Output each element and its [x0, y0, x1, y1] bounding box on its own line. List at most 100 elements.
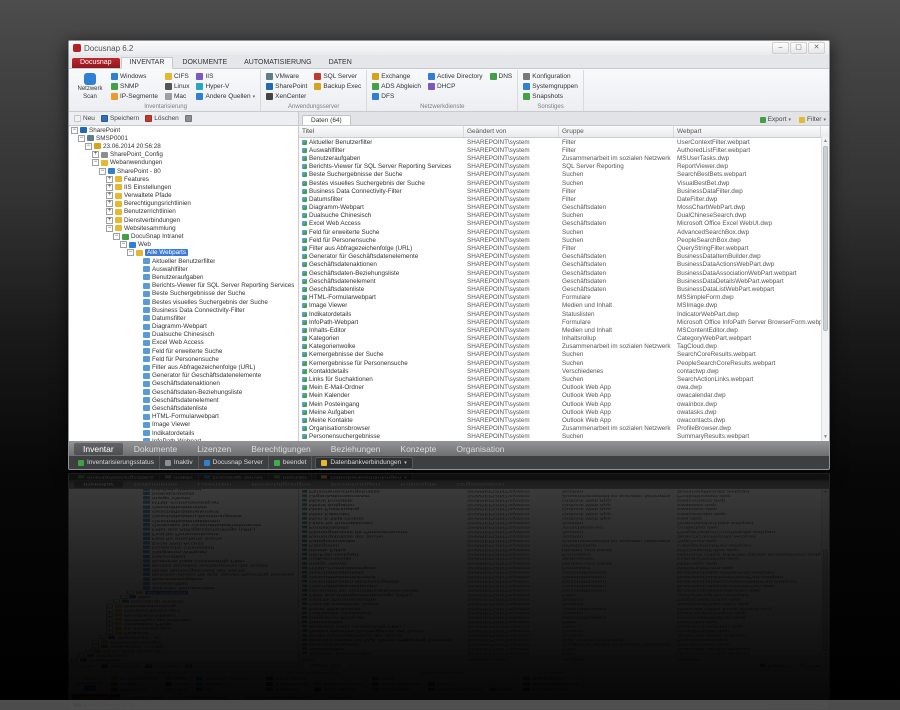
bottom-tab-beziehungen[interactable]: Beziehungen — [322, 443, 390, 455]
expand-icon[interactable]: + — [106, 176, 113, 183]
table-row[interactable]: Beste Suchergebnisse der SucheSHAREPOINT… — [299, 171, 821, 179]
table-row[interactable]: Diagramm-WebpartSHAREPOINT\systemGeschäf… — [299, 204, 821, 212]
collapse-icon[interactable]: − — [85, 143, 92, 150]
tree-item-sharepoint-80[interactable]: −SharePoint - 80 — [69, 167, 298, 175]
table-row[interactable]: KontaktdetailsSHAREPOINT\systemVerschied… — [299, 367, 821, 375]
ribbon-button-windows[interactable]: Windows — [109, 72, 160, 81]
table-row[interactable]: PersonensuchergebnisseSHAREPOINT\systemS… — [299, 433, 821, 441]
table-row[interactable]: IndikatordetailsSHAREPOINT\systemStatusl… — [299, 310, 821, 318]
tree-item-benutzeraufgaben[interactable]: Benutzeraufgaben — [69, 273, 298, 281]
tree-item-geschäftsdaten-beziehungsliste[interactable]: Geschäftsdaten-Beziehungsliste — [69, 388, 298, 396]
tree-item-geschäftsdatenliste[interactable]: Geschäftsdatenliste — [69, 404, 298, 412]
scroll-down-icon[interactable]: ▼ — [822, 433, 829, 441]
collapse-icon[interactable]: − — [113, 233, 120, 240]
table-row[interactable]: Mein KalenderSHAREPOINT\systemOutlook We… — [299, 392, 821, 400]
tree-item-image-viewer[interactable]: Image Viewer — [69, 421, 298, 429]
bottom-tab-organisation[interactable]: Organisation — [447, 443, 513, 455]
tree-item-verwaltete-pfade[interactable]: +Verwaltete Pfade — [69, 192, 298, 200]
toolbar-neu[interactable]: Neu — [74, 115, 95, 122]
ribbon-button-vmware[interactable]: VMware — [264, 72, 309, 81]
table-row[interactable]: Filter aus Abfragezeichenfolge (URL)SHAR… — [299, 244, 821, 252]
table-row[interactable]: OrganisationsbrowserSHAREPOINT\systemZus… — [299, 425, 821, 433]
ribbon-button-snmp[interactable]: SNMP — [109, 82, 160, 91]
tree-item-bestes-visuelles-suchergebnis-der-suche[interactable]: Bestes visuelles Suchergebnis der Suche — [69, 298, 298, 306]
ribbon-button-active-directory[interactable]: Active Directory — [426, 72, 485, 81]
collapse-icon[interactable]: − — [120, 241, 127, 248]
ribbon-button-sharepoint[interactable]: SharePoint — [264, 82, 309, 91]
ribbon-button-konfiguration[interactable]: Konfiguration — [521, 72, 580, 81]
ribbon-button-cifs[interactable]: CIFS — [163, 72, 192, 81]
table-row[interactable]: Excel Web AccessSHAREPOINT\systemGeschäf… — [299, 220, 821, 228]
tree-item-berechtigungsrichtlinien[interactable]: +Berechtigungsrichtlinien — [69, 200, 298, 208]
table-row[interactable]: Business Data Connectivity-FilterSHAREPO… — [299, 187, 821, 195]
tree-item-excel-web-access[interactable]: Excel Web Access — [69, 339, 298, 347]
ribbon-tab-daten[interactable]: DATEN — [321, 58, 360, 68]
ribbon-button-hyper-v[interactable]: Hyper-V — [194, 82, 257, 91]
tree-item-docusnap-intranet[interactable]: −DocuSnap Intranet — [69, 232, 298, 240]
bottom-tab-inventar[interactable]: Inventar — [74, 443, 123, 455]
ribbon-button-mac[interactable]: Mac — [163, 92, 192, 101]
tree-item-html-formularwebpart[interactable]: HTML-Formularwebpart — [69, 413, 298, 421]
table-row[interactable]: Berichts-Viewer für SQL Server Reporting… — [299, 163, 821, 171]
table-row[interactable]: Meine AufgabenSHAREPOINT\systemOutlook W… — [299, 408, 821, 416]
table-row[interactable]: Generator für GeschäftsdatenelementeSHAR… — [299, 253, 821, 261]
ribbon-button-systemgruppen[interactable]: Systemgruppen — [521, 82, 580, 91]
tree-item-indikatordetails[interactable]: Indikatordetails — [69, 429, 298, 437]
expand-icon[interactable]: + — [106, 217, 113, 224]
ribbon-button-dhcp[interactable]: DHCP — [426, 82, 485, 91]
tree-item-aktueller-benutzerfilter[interactable]: Aktueller Benutzerfilter — [69, 257, 298, 265]
scroll-thumb[interactable] — [823, 146, 828, 331]
tree-item-sharepoint[interactable]: −SharePoint — [69, 126, 298, 134]
ribbon-button-linux[interactable]: Linux — [163, 82, 192, 91]
tree-item-berichts-viewer-für-sql-server-reporting-services[interactable]: Berichts-Viewer für SQL Server Reporting… — [69, 282, 298, 290]
ribbon-button-ip-segmente[interactable]: IP-Segmente — [109, 92, 160, 101]
ribbon-button-xencenter[interactable]: XenCenter — [264, 92, 309, 101]
tree-item-webanwendungen[interactable]: −Webanwendungen — [69, 159, 298, 167]
column-header-webpart[interactable]: Webpart — [674, 126, 821, 137]
tree-item-geschäftsdatenaktionen[interactable]: Geschäftsdatenaktionen — [69, 380, 298, 388]
collapse-icon[interactable]: − — [127, 249, 134, 256]
bottom-tab-lizenzen[interactable]: Lizenzen — [188, 443, 240, 455]
column-header-geändert-von[interactable]: Geändert von — [464, 126, 559, 137]
table-row[interactable]: GeschäftsdatenlisteSHAREPOINT\systemGesc… — [299, 285, 821, 293]
toolbar-löschen[interactable]: Löschen — [145, 115, 179, 122]
ribbon-tab-dokumente[interactable]: DOKUMENTE — [174, 58, 235, 68]
ribbon-button-snapshots[interactable]: Snapshots — [521, 92, 580, 101]
ribbon-button-netzwerk-scan[interactable]: NetzwerkScan — [74, 70, 106, 103]
tree-item-dienstverbindungen[interactable]: +Dienstverbindungen — [69, 216, 298, 224]
table-row[interactable]: Feld für PersonensucheSHAREPOINT\systemS… — [299, 236, 821, 244]
tree-item-feld-für-personensuche[interactable]: Feld für Personensuche — [69, 355, 298, 363]
ribbon-button-ads-abgleich[interactable]: ADS Abgleich — [370, 82, 423, 91]
collapse-icon[interactable]: − — [71, 127, 78, 134]
table-row[interactable]: Mein PosteingangSHAREPOINT\systemOutlook… — [299, 400, 821, 408]
tree-item-benutzerrichtlinien[interactable]: +Benutzerrichtlinien — [69, 208, 298, 216]
tree-item-web[interactable]: −Web — [69, 241, 298, 249]
tree-item-23-06-2014-20-56-28[interactable]: −23.06.2014 20:56:28 — [69, 142, 298, 150]
tree-item-iis-einstellungen[interactable]: +IIS Einstellungen — [69, 183, 298, 191]
collapse-icon[interactable]: − — [99, 168, 106, 175]
table-row[interactable]: Geschäftsdaten-BeziehungslisteSHAREPOINT… — [299, 269, 821, 277]
tree-item-alle-webparts[interactable]: −Alle Webparts — [69, 249, 298, 257]
ribbon-button-dns[interactable]: DNS — [488, 72, 515, 81]
table-row[interactable]: Inhalts-EditorSHAREPOINT\systemMedien un… — [299, 326, 821, 334]
ribbon-tab-automatisierung[interactable]: AUTOMATISIERUNG — [236, 58, 319, 68]
daten-tab[interactable]: Daten (64) — [302, 115, 351, 125]
tree-item-smsp0001[interactable]: −SMSP0001 — [69, 134, 298, 142]
minimize-button[interactable]: – — [772, 42, 789, 54]
tree-item-filter-aus-abfragezeichenfolge-url[interactable]: Filter aus Abfragezeichenfolge (URL) — [69, 363, 298, 371]
ribbon-button-sql-server[interactable]: SQL Server — [312, 72, 363, 81]
expand-icon[interactable]: + — [92, 151, 99, 158]
table-row[interactable]: Meine KontakteSHAREPOINT\systemOutlook W… — [299, 416, 821, 424]
ribbon-tab-inventar[interactable]: INVENTAR — [121, 57, 174, 69]
app-menu-button[interactable]: Docusnap — [72, 58, 120, 68]
expand-icon[interactable]: + — [106, 200, 113, 207]
table-row[interactable]: BenutzeraufgabenSHAREPOINT\systemZusamme… — [299, 154, 821, 162]
toolbar-search-icon[interactable] — [185, 115, 192, 122]
tree-item-business-data-connectivity-filter[interactable]: Business Data Connectivity-Filter — [69, 306, 298, 314]
bottom-tab-berechtigungen[interactable]: Berechtigungen — [242, 443, 320, 455]
tree-item-beste-suchergebnisse-der-suche[interactable]: Beste Suchergebnisse der Suche — [69, 290, 298, 298]
table-row[interactable]: AuswahlfilterSHAREPOINT\systemFilterAuth… — [299, 146, 821, 154]
grid-scrollbar[interactable]: ▲ ▼ — [821, 137, 829, 441]
maximize-button[interactable]: ▢ — [790, 42, 807, 54]
tree-item-generator-für-geschäftsdatenelemente[interactable]: Generator für Geschäftsdatenelemente — [69, 372, 298, 380]
